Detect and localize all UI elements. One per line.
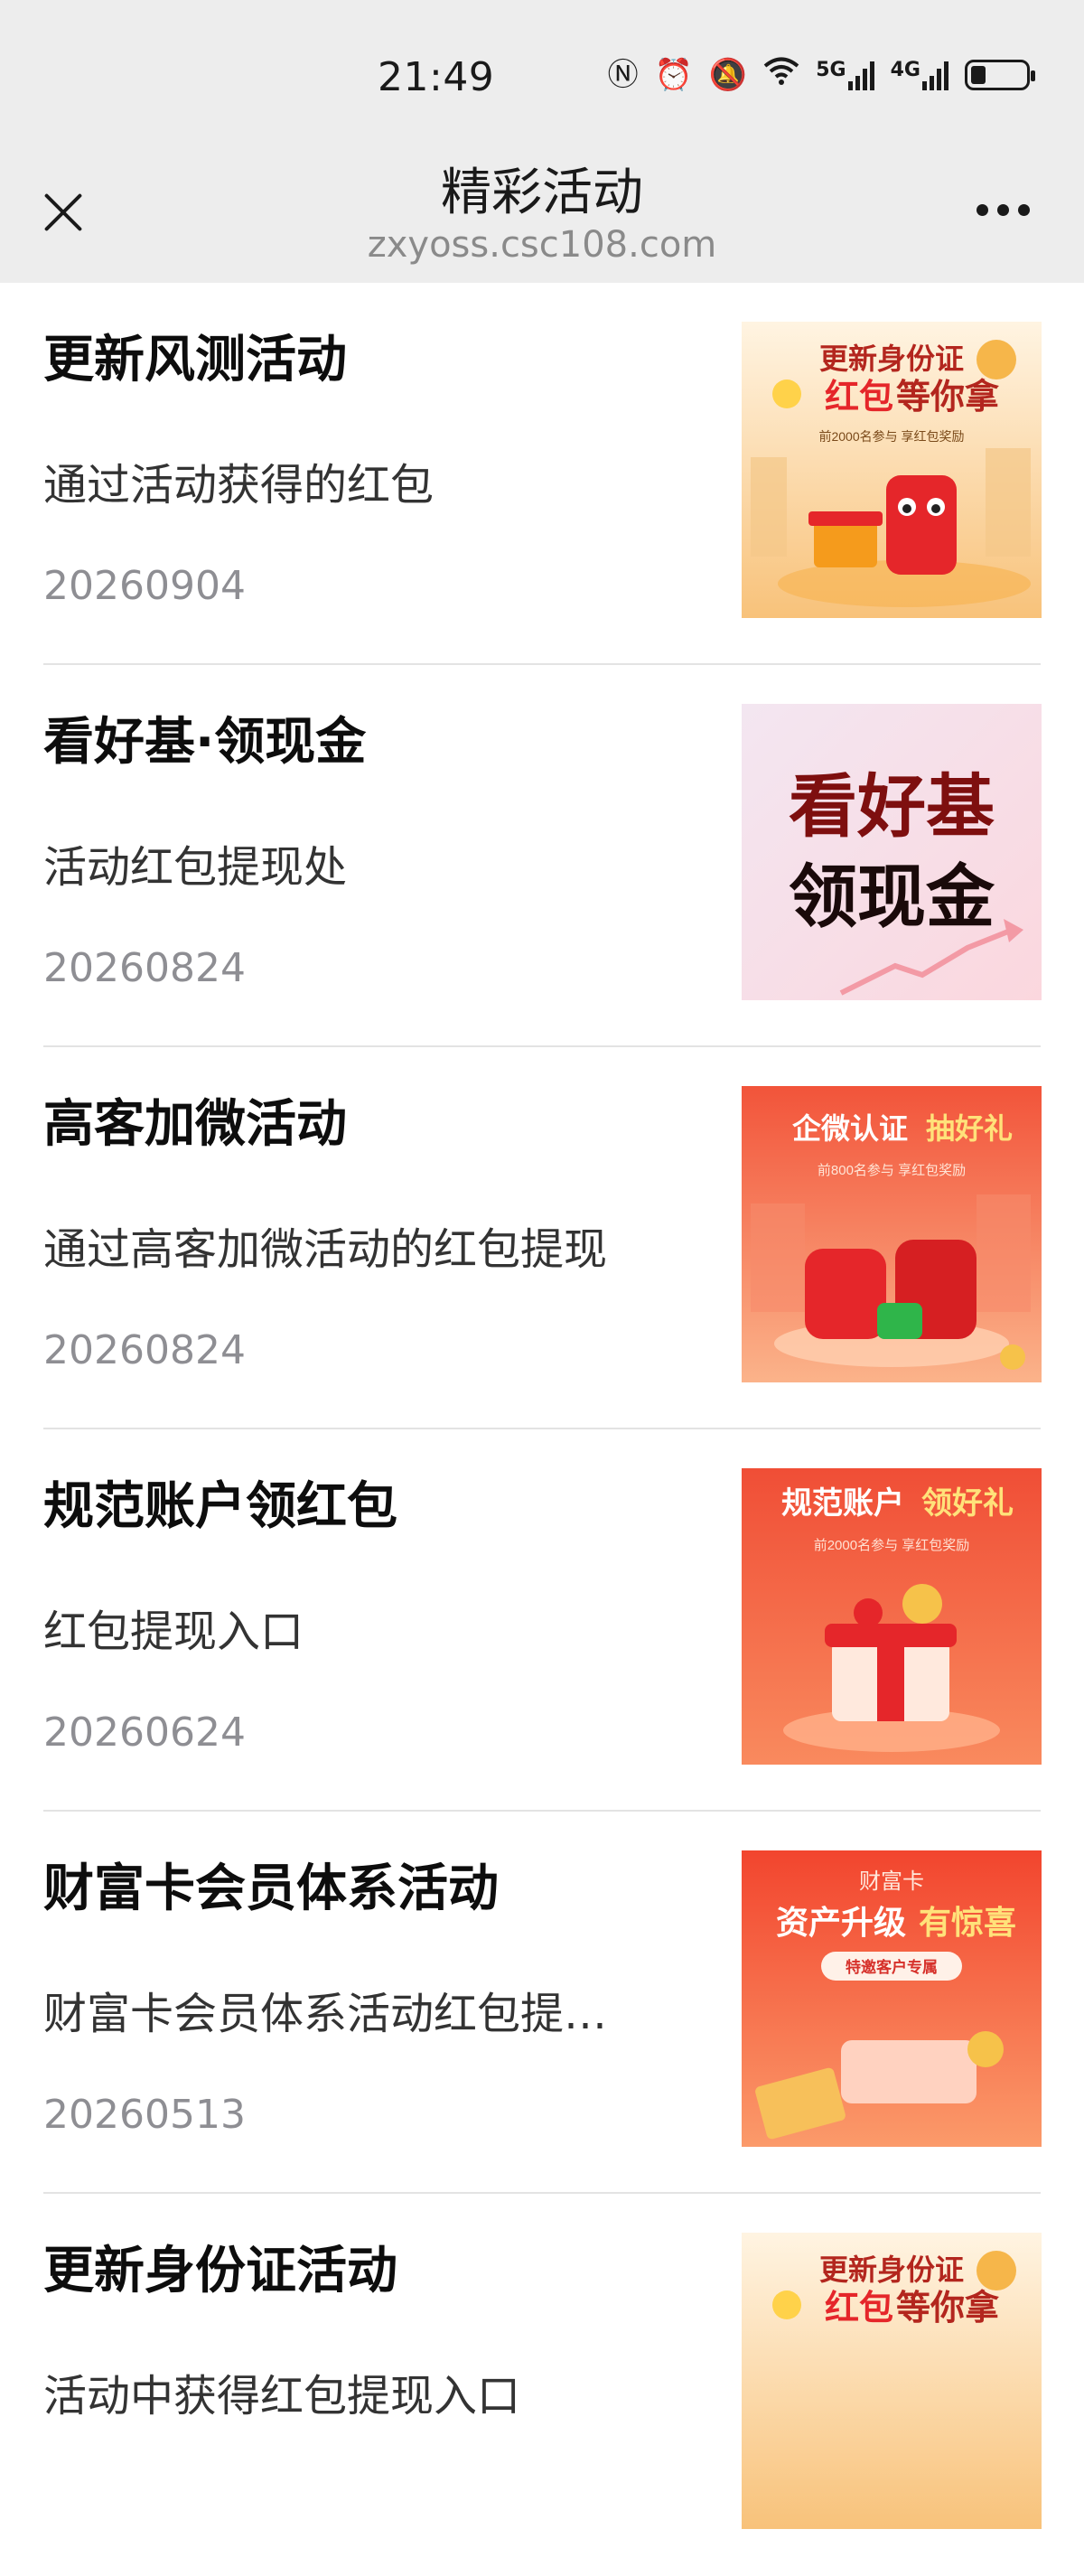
status-icons: Ⓝ ⏰ 🔕 5G 4G: [607, 56, 1035, 93]
item-title: 看好基·领现金: [43, 713, 367, 772]
item-title: 财富卡会员体系活动: [43, 1859, 499, 1918]
status-time: 21:49: [378, 54, 495, 100]
more-options-icon[interactable]: [977, 204, 1030, 216]
item-thumbnail: 看好基 领现金: [742, 704, 1042, 1000]
item-description: 活动红包提现处: [43, 842, 348, 893]
item-date: 20260513: [43, 2092, 246, 2138]
item-description: 活动中获得红包提现入口: [43, 2371, 521, 2421]
item-date: 20260624: [43, 1710, 246, 1756]
list-item[interactable]: 财富卡会员体系活动 财富卡会员体系活动红包提… 20260513 财富卡 资产升…: [0, 1812, 1084, 2194]
activity-list: 更新风测活动 通过活动获得的红包 20260904 更新身份证 红包 等你拿 前…: [0, 283, 1084, 2576]
item-thumbnail: 更新身份证 红包 等你拿: [742, 2233, 1042, 2529]
item-date: 20260824: [43, 1327, 246, 1373]
banner-sub: 前2000名参与 享红包奖励: [814, 1538, 970, 1553]
alarm-icon: ⏰: [654, 56, 693, 93]
banner-sub: 前800名参与 享红包奖励: [818, 1163, 966, 1178]
top-bar: 21:49 Ⓝ ⏰ 🔕 5G 4G 精彩活动 zxyoss.csc108.com: [0, 0, 1084, 283]
item-description: 红包提现入口: [43, 1606, 304, 1657]
banner-line2b: 等你拿: [896, 2289, 999, 2328]
battery-icon: [965, 59, 1035, 90]
banner-line1b: 抽好礼: [926, 1112, 1013, 1145]
banner-line2a: 红包: [825, 2290, 893, 2328]
item-description: 通过高客加微活动的红包提现: [43, 1224, 608, 1275]
item-title: 更新风测活动: [43, 331, 347, 389]
list-item[interactable]: 规范账户领红包 红包提现入口 20260624 规范账户 领好礼 前2000名参…: [0, 1429, 1084, 1812]
banner-line1b: 有惊喜: [919, 1904, 1016, 1941]
signal-5g-icon: 5G: [816, 59, 874, 90]
banner-line1: 更新身份证: [819, 2253, 964, 2286]
page-title: 精彩活动: [441, 164, 643, 222]
banner-line1b: 领好礼: [921, 1486, 1014, 1521]
banner-line1: 看好基: [789, 769, 995, 846]
banner-line2a: 红包: [825, 379, 893, 417]
list-item[interactable]: 高客加微活动 通过高客加微活动的红包提现 20260824 企微认证 抽好礼 前…: [0, 1047, 1084, 1429]
banner-tag: 特邀客户专属: [846, 1958, 938, 1976]
item-thumbnail: 企微认证 抽好礼 前800名参与 享红包奖励: [742, 1086, 1042, 1382]
banner-line1a: 规范账户: [781, 1486, 904, 1521]
list-item[interactable]: 更新风测活动 通过活动获得的红包 20260904 更新身份证 红包 等你拿 前…: [0, 283, 1084, 665]
item-thumbnail: 财富卡 资产升级 有惊喜 特邀客户专属: [742, 1850, 1042, 2147]
banner-line2b: 等你拿: [896, 378, 999, 417]
item-description: 通过活动获得的红包: [43, 460, 435, 511]
item-date: 20260904: [43, 563, 246, 609]
banner-sub: 前2000名参与 享红包奖励: [818, 429, 964, 444]
item-title: 高客加微活动: [43, 1095, 347, 1154]
list-item[interactable]: 看好基·领现金 活动红包提现处 20260824 看好基 领现金: [0, 665, 1084, 1047]
banner-line1a: 企微认证: [792, 1112, 908, 1145]
wifi-icon: [763, 56, 799, 93]
banner-line1: 更新身份证: [819, 342, 964, 375]
banner-line2: 领现金: [789, 859, 995, 936]
mute-icon: 🔕: [708, 56, 748, 93]
item-description: 财富卡会员体系活动红包提…: [43, 1989, 608, 2039]
banner-top: 财富卡: [859, 1869, 924, 1894]
item-thumbnail: 规范账户 领好礼 前2000名参与 享红包奖励: [742, 1468, 1042, 1765]
page-url: zxyoss.csc108.com: [367, 224, 717, 266]
nfc-icon: Ⓝ: [607, 56, 639, 93]
item-thumbnail: 更新身份证 红包 等你拿 前2000名参与 享红包奖励: [742, 322, 1042, 618]
signal-4g-icon: 4G: [891, 59, 948, 90]
item-title: 更新身份证活动: [43, 2242, 397, 2300]
item-date: 20260824: [43, 945, 246, 991]
item-title: 规范账户领红包: [43, 1477, 397, 1536]
banner-line1a: 资产升级: [776, 1904, 906, 1941]
